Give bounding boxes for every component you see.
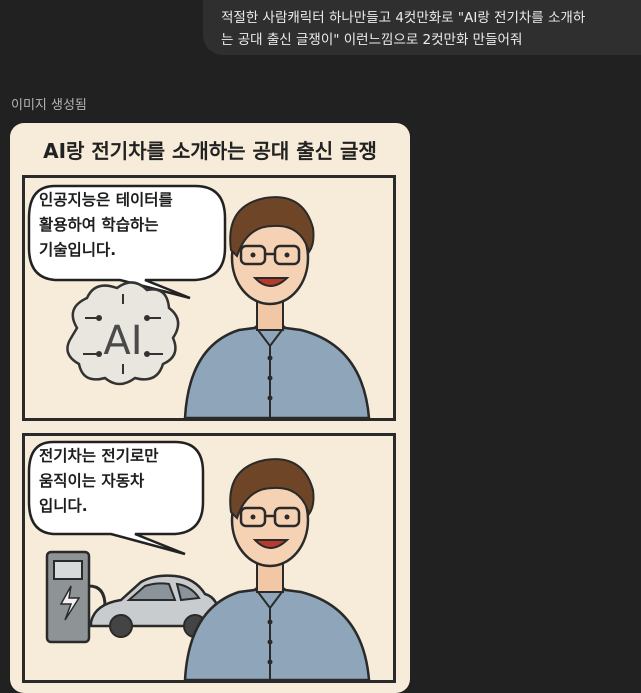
charging-station-icon bbox=[45, 550, 107, 644]
speech-line: 기술입니다. bbox=[39, 241, 117, 259]
comic-title: AI랑 전기차를 소개하는 공대 출신 글쟁 bbox=[43, 139, 377, 163]
generated-image[interactable]: AI랑 전기차를 소개하는 공대 출신 글쟁 AI 인공지능은 테이터를 활용하… bbox=[10, 123, 410, 693]
comic-panel-1: AI 인공지능은 테이터를 활용하여 학습하는 기술입니다. bbox=[22, 175, 396, 421]
user-message-line-2: 는 공대 출신 글쟁이" 이런느낌으로 2컷만화 만들어줘 bbox=[221, 32, 523, 48]
user-message-line-1: 적절한 사람캐릭터 하나만들고 4컷만화로 "AI랑 전기차를 소개하 bbox=[221, 10, 586, 26]
speech-line: 입니다. bbox=[39, 497, 88, 515]
character-presenter bbox=[183, 458, 371, 680]
speech-line: 활용하여 학습하는 bbox=[39, 216, 159, 234]
ai-label: AI bbox=[103, 318, 142, 364]
user-message-bubble: 적절한 사람캐릭터 하나만들고 4컷만화로 "AI랑 전기차를 소개하 는 공대… bbox=[203, 0, 641, 55]
panel-1-speech: 인공지능은 테이터를 활용하여 학습하는 기술입니다. bbox=[39, 188, 219, 263]
speech-line: 움직이는 자동차 bbox=[39, 472, 145, 490]
speech-line: 인공지능은 테이터를 bbox=[39, 191, 173, 209]
image-generated-label: 이미지 생성됨 bbox=[11, 98, 87, 113]
speech-line: 전기차는 전기로만 bbox=[39, 447, 159, 465]
panel-2-speech: 전기차는 전기로만 움직이는 자동차 입니다. bbox=[39, 444, 199, 519]
comic-panel-2: 전기차는 전기로만 움직이는 자동차 입니다. bbox=[22, 433, 396, 683]
